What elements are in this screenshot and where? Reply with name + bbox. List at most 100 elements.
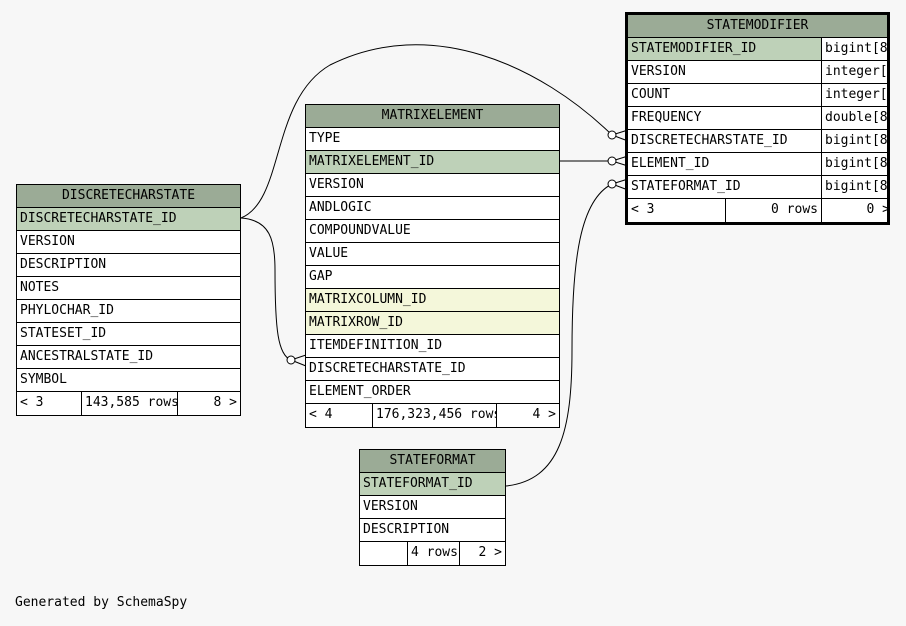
column-row[interactable]: DISCRETECHARSTATE_ID bigint[8] bbox=[628, 130, 887, 153]
column-name: NOTES bbox=[20, 280, 60, 295]
relationship-discretecharstate-matrixelement bbox=[240, 217, 292, 361]
table-footer: 4 rows 2 > bbox=[360, 542, 505, 565]
column-name: MATRIXCOLUMN_ID bbox=[309, 292, 427, 307]
column-name: DESCRIPTION bbox=[363, 522, 450, 537]
table-name: STATEFORMAT bbox=[389, 453, 476, 468]
column-row[interactable]: COUNT integer[4] bbox=[628, 84, 887, 107]
column-row[interactable]: DISCRETECHARSTATE_ID bbox=[306, 358, 559, 381]
table-header[interactable]: DISCRETECHARSTATE bbox=[17, 185, 240, 208]
column-name: ANCESTRALSTATE_ID bbox=[20, 349, 154, 364]
column-name: MATRIXELEMENT_ID bbox=[309, 154, 435, 169]
children-count[interactable]: 0 > bbox=[821, 199, 887, 222]
column-row[interactable]: COMPOUNDVALUE bbox=[306, 220, 559, 243]
optional-circle bbox=[286, 355, 296, 365]
optional-circle bbox=[607, 130, 617, 140]
table-statemodifier[interactable]: STATEMODIFIER STATEMODIFIER_IDbigint[8] … bbox=[625, 12, 890, 225]
table-stateformat[interactable]: STATEFORMAT STATEFORMAT_ID VERSION DESCR… bbox=[359, 449, 506, 566]
column-name: STATESET_ID bbox=[20, 326, 107, 341]
column-row[interactable]: MATRIXCOLUMN_ID bbox=[306, 289, 559, 312]
column-row[interactable]: VALUE bbox=[306, 243, 559, 266]
column-name: SYMBOL bbox=[20, 372, 67, 387]
column-row[interactable]: FREQUENCY double[8] bbox=[628, 107, 887, 130]
column-row[interactable]: VERSION integer[4] bbox=[628, 61, 887, 84]
column-type: double[8] bbox=[821, 107, 887, 129]
column-name: VERSION bbox=[631, 64, 686, 79]
column-name: MATRIXROW_ID bbox=[309, 315, 403, 330]
column-row[interactable]: SYMBOL bbox=[17, 369, 240, 392]
column-row[interactable]: MATRIXELEMENT_ID bbox=[306, 151, 559, 174]
table-header[interactable]: STATEFORMAT bbox=[360, 450, 505, 473]
column-name: ELEMENT_ID bbox=[631, 156, 710, 171]
column-name: DISCRETECHARSTATE_ID bbox=[309, 361, 466, 376]
children-count[interactable]: 4 > bbox=[496, 404, 559, 427]
generated-by-label: Generated by SchemaSpy bbox=[15, 595, 188, 610]
column-row[interactable]: GAP bbox=[306, 266, 559, 289]
column-name: ITEMDEFINITION_ID bbox=[309, 338, 443, 353]
table-matrixelement[interactable]: MATRIXELEMENT TYPE MATRIXELEMENT_ID VERS… bbox=[305, 104, 560, 428]
children-count[interactable]: 8 > bbox=[177, 392, 240, 415]
column-name: VERSION bbox=[309, 177, 364, 192]
optional-circle bbox=[607, 156, 617, 166]
column-row[interactable]: DESCRIPTION bbox=[360, 519, 505, 542]
column-type: integer[4] bbox=[821, 61, 887, 83]
table-name: STATEMODIFIER bbox=[706, 18, 809, 33]
column-type: bigint[8] bbox=[821, 38, 887, 60]
parents-count[interactable] bbox=[360, 542, 407, 565]
column-name: DESCRIPTION bbox=[20, 257, 107, 272]
column-type: integer[4] bbox=[821, 84, 887, 106]
column-row[interactable]: VERSION bbox=[306, 174, 559, 197]
column-row[interactable]: ANDLOGIC bbox=[306, 197, 559, 220]
column-row[interactable]: PHYLOCHAR_ID bbox=[17, 300, 240, 323]
column-row[interactable]: ANCESTRALSTATE_ID bbox=[17, 346, 240, 369]
column-row[interactable]: DESCRIPTION bbox=[17, 254, 240, 277]
column-row[interactable]: STATESET_ID bbox=[17, 323, 240, 346]
column-name: VERSION bbox=[20, 234, 75, 249]
column-row[interactable]: MATRIXROW_ID bbox=[306, 312, 559, 335]
table-footer: < 3 143,585 rows 8 > bbox=[17, 392, 240, 415]
column-name: DISCRETECHARSTATE_ID bbox=[20, 211, 177, 226]
table-discretecharstate[interactable]: DISCRETECHARSTATE DISCRETECHARSTATE_ID V… bbox=[16, 184, 241, 416]
column-type: bigint[8] bbox=[821, 176, 887, 198]
column-name: STATEMODIFIER_ID bbox=[631, 41, 757, 56]
table-name: DISCRETECHARSTATE bbox=[61, 188, 196, 203]
parents-count[interactable]: < 3 bbox=[628, 199, 725, 222]
column-name: DISCRETECHARSTATE_ID bbox=[631, 133, 788, 148]
optional-circle bbox=[607, 179, 617, 189]
column-row[interactable]: VERSION bbox=[17, 231, 240, 254]
column-type: bigint[8] bbox=[821, 130, 887, 152]
table-header[interactable]: MATRIXELEMENT bbox=[306, 105, 559, 128]
column-type: bigint[8] bbox=[821, 153, 887, 175]
column-row[interactable]: NOTES bbox=[17, 277, 240, 300]
row-count: 4 rows bbox=[407, 542, 459, 565]
column-name: GAP bbox=[309, 269, 333, 284]
row-count: 176,323,456 rows bbox=[372, 404, 496, 427]
parents-count[interactable]: < 3 bbox=[17, 392, 81, 415]
column-row[interactable]: ELEMENT_ORDER bbox=[306, 381, 559, 404]
parents-count[interactable]: < 4 bbox=[306, 404, 372, 427]
table-footer: < 30 rows0 > bbox=[628, 199, 887, 222]
table-name: MATRIXELEMENT bbox=[381, 108, 484, 123]
column-name: COMPOUNDVALUE bbox=[309, 223, 411, 238]
column-row[interactable]: STATEMODIFIER_ID bigint[8] bbox=[628, 38, 887, 61]
column-name: VERSION bbox=[363, 499, 418, 514]
column-row[interactable]: STATEFORMAT_ID bigint[8] bbox=[628, 176, 887, 199]
column-row[interactable]: VERSION bbox=[360, 496, 505, 519]
column-name: PHYLOCHAR_ID bbox=[20, 303, 114, 318]
column-row[interactable]: STATEFORMAT_ID bbox=[360, 473, 505, 496]
column-row[interactable]: ITEMDEFINITION_ID bbox=[306, 335, 559, 358]
column-name: VALUE bbox=[309, 246, 349, 261]
column-row[interactable]: TYPE bbox=[306, 128, 559, 151]
row-count: 0 rows bbox=[725, 199, 821, 222]
column-row[interactable]: ELEMENT_ID bigint[8] bbox=[628, 153, 887, 176]
column-name: ANDLOGIC bbox=[309, 200, 372, 215]
children-count[interactable]: 2 > bbox=[459, 542, 505, 565]
column-name: FREQUENCY bbox=[631, 110, 702, 125]
column-name: COUNT bbox=[631, 87, 671, 102]
column-name: ELEMENT_ORDER bbox=[309, 384, 411, 399]
table-footer: < 4 176,323,456 rows 4 > bbox=[306, 404, 559, 427]
column-row[interactable]: DISCRETECHARSTATE_ID bbox=[17, 208, 240, 231]
row-count: 143,585 rows bbox=[81, 392, 177, 415]
table-header[interactable]: STATEMODIFIER bbox=[628, 15, 887, 38]
column-name: STATEFORMAT_ID bbox=[631, 179, 741, 194]
column-name: STATEFORMAT_ID bbox=[363, 476, 473, 491]
